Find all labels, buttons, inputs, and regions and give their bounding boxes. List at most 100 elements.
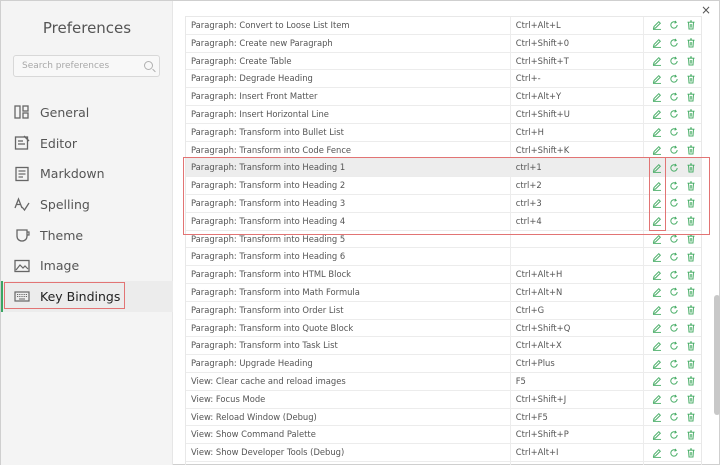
- delete-icon[interactable]: [685, 91, 696, 102]
- table-row[interactable]: Paragraph: Transform into Heading 5: [186, 230, 701, 249]
- sidebar-item-key-bindings[interactable]: Key Bindings: [1, 281, 173, 312]
- edit-icon[interactable]: [651, 73, 662, 84]
- reset-icon[interactable]: [668, 447, 679, 458]
- sidebar-item-theme[interactable]: Theme: [1, 220, 173, 251]
- table-row[interactable]: View: Show Developer Tools (Debug) Ctrl+A…: [186, 444, 701, 462]
- delete-icon[interactable]: [685, 233, 696, 244]
- table-row[interactable]: Paragraph: Transform into Bullet List Ctr…: [186, 123, 701, 142]
- table-row[interactable]: Paragraph: Transform into Heading 4 ctrl+…: [186, 212, 701, 231]
- delete-icon[interactable]: [685, 305, 696, 316]
- reset-icon[interactable]: [668, 127, 679, 138]
- edit-icon[interactable]: [651, 322, 662, 333]
- delete-icon[interactable]: [685, 216, 696, 227]
- table-row[interactable]: Paragraph: Transform into Heading 6: [186, 248, 701, 267]
- reset-icon[interactable]: [668, 162, 679, 173]
- edit-icon[interactable]: [651, 411, 662, 422]
- table-row[interactable]: Paragraph: Convert to Loose List Item Ctr…: [186, 17, 701, 35]
- table-row[interactable]: Paragraph: Create Table Ctrl+Shift+T: [186, 52, 701, 71]
- table-row[interactable]: Paragraph: Transform into Heading 3 ctrl+…: [186, 194, 701, 213]
- edit-icon[interactable]: [651, 198, 662, 209]
- close-button[interactable]: ×: [699, 3, 713, 17]
- edit-icon[interactable]: [651, 340, 662, 351]
- edit-icon[interactable]: [651, 233, 662, 244]
- delete-icon[interactable]: [685, 322, 696, 333]
- reset-icon[interactable]: [668, 287, 679, 298]
- edit-icon[interactable]: [651, 127, 662, 138]
- table-row[interactable]: Paragraph: Transform into Heading 2 ctrl+…: [186, 177, 701, 195]
- delete-icon[interactable]: [685, 180, 696, 191]
- table-row[interactable]: View: Focus Mode Ctrl+Shift+J: [186, 390, 701, 409]
- reset-icon[interactable]: [668, 55, 679, 66]
- table-row[interactable]: View: Reload Window (Debug) Ctrl+F5: [186, 408, 701, 427]
- search-icon[interactable]: [144, 61, 153, 70]
- reset-icon[interactable]: [668, 109, 679, 120]
- table-row[interactable]: View: Show Command Palette Ctrl+Shift+P: [186, 426, 701, 445]
- table-row[interactable]: View: Clear cache and reload images F5: [186, 372, 701, 391]
- delete-icon[interactable]: [685, 411, 696, 422]
- sidebar-item-general[interactable]: General: [1, 97, 173, 128]
- reset-icon[interactable]: [668, 340, 679, 351]
- delete-icon[interactable]: [685, 394, 696, 405]
- delete-icon[interactable]: [685, 127, 696, 138]
- reset-icon[interactable]: [668, 376, 679, 387]
- edit-icon[interactable]: [651, 269, 662, 280]
- edit-icon[interactable]: [651, 38, 662, 49]
- edit-icon[interactable]: [651, 376, 662, 387]
- table-row[interactable]: Paragraph: Transform into HTML Block Ctrl…: [186, 266, 701, 284]
- reset-icon[interactable]: [668, 411, 679, 422]
- delete-icon[interactable]: [685, 429, 696, 440]
- reset-icon[interactable]: [668, 144, 679, 155]
- table-row[interactable]: Paragraph: Create new Paragraph Ctrl+Shif…: [186, 34, 701, 53]
- reset-icon[interactable]: [668, 216, 679, 227]
- reset-icon[interactable]: [668, 394, 679, 405]
- table-row[interactable]: Paragraph: Transform into Math Formula Ct…: [186, 283, 701, 302]
- sidebar-item-spelling[interactable]: Spelling: [1, 189, 173, 220]
- reset-icon[interactable]: [668, 358, 679, 369]
- reset-icon[interactable]: [668, 20, 679, 31]
- search-input[interactable]: [14, 56, 139, 76]
- edit-icon[interactable]: [651, 305, 662, 316]
- edit-icon[interactable]: [651, 162, 662, 173]
- table-row[interactable]: Paragraph: Degrade Heading Ctrl+-: [186, 70, 701, 89]
- reset-icon[interactable]: [668, 269, 679, 280]
- delete-icon[interactable]: [685, 38, 696, 49]
- sidebar-item-editor[interactable]: Editor: [1, 128, 173, 159]
- table-row[interactable]: Paragraph: Transform into Task List Ctrl+…: [186, 337, 701, 356]
- reset-icon[interactable]: [668, 180, 679, 191]
- reset-icon[interactable]: [668, 38, 679, 49]
- reset-icon[interactable]: [668, 322, 679, 333]
- delete-icon[interactable]: [685, 251, 696, 262]
- table-row[interactable]: Paragraph: Transform into Quote Block Ctr…: [186, 319, 701, 338]
- edit-icon[interactable]: [651, 55, 662, 66]
- delete-icon[interactable]: [685, 55, 696, 66]
- edit-icon[interactable]: [651, 447, 662, 458]
- edit-icon[interactable]: [651, 109, 662, 120]
- edit-icon[interactable]: [651, 20, 662, 31]
- edit-icon[interactable]: [651, 180, 662, 191]
- delete-icon[interactable]: [685, 269, 696, 280]
- reset-icon[interactable]: [668, 429, 679, 440]
- table-row[interactable]: Paragraph: Transform into Heading 1 ctrl+…: [186, 159, 701, 178]
- edit-icon[interactable]: [651, 358, 662, 369]
- table-row[interactable]: Paragraph: Insert Horizontal Line Ctrl+Sh…: [186, 105, 701, 124]
- reset-icon[interactable]: [668, 251, 679, 262]
- delete-icon[interactable]: [685, 20, 696, 31]
- reset-icon[interactable]: [668, 91, 679, 102]
- delete-icon[interactable]: [685, 162, 696, 173]
- table-row[interactable]: Paragraph: Transform into Order List Ctrl…: [186, 301, 701, 320]
- delete-icon[interactable]: [685, 376, 696, 387]
- edit-icon[interactable]: [651, 216, 662, 227]
- table-row[interactable]: Paragraph: Insert Front Matter Ctrl+Alt+Y: [186, 88, 701, 106]
- delete-icon[interactable]: [685, 109, 696, 120]
- reset-icon[interactable]: [668, 233, 679, 244]
- reset-icon[interactable]: [668, 305, 679, 316]
- sidebar-item-markdown[interactable]: Markdown: [1, 158, 173, 189]
- delete-icon[interactable]: [685, 340, 696, 351]
- delete-icon[interactable]: [685, 144, 696, 155]
- scrollbar[interactable]: [714, 295, 720, 415]
- edit-icon[interactable]: [651, 394, 662, 405]
- delete-icon[interactable]: [685, 198, 696, 209]
- delete-icon[interactable]: [685, 287, 696, 298]
- reset-icon[interactable]: [668, 198, 679, 209]
- delete-icon[interactable]: [685, 358, 696, 369]
